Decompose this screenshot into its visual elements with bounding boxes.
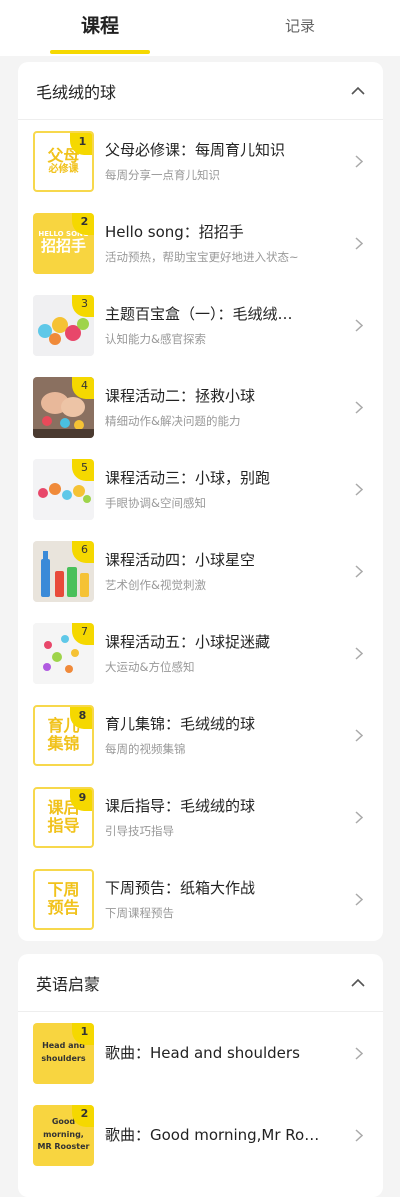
thumbnail: Head and shoulders 1 [33, 1022, 94, 1084]
item-subtitle: 手眼协调&空间感知 [105, 495, 206, 510]
thumbnail: Good morning, MR Rooster 2 [33, 1104, 94, 1166]
tab-courses-label: 课程 [80, 15, 119, 37]
section-header[interactable]: 英语启蒙 [18, 954, 383, 1012]
thumb-text: 指导 [47, 816, 80, 835]
list-item[interactable]: 4 课程活动二：拯救小球 精细动作&解决问题的能力 [18, 366, 383, 448]
item-subtitle: 引导技巧指导 [105, 823, 174, 838]
chevron-right-icon [353, 810, 365, 824]
thumbnail: 下周 预告 [33, 868, 94, 930]
item-title: 歌曲：Head and shoulders [105, 1044, 300, 1062]
list-item[interactable]: 父母 必修课 1 父母必修课：每周育儿知识 每周分享一点育儿知识 [18, 120, 383, 202]
chevron-right-icon [353, 1046, 365, 1060]
list-item[interactable]: 课后 指导 9 课后指导：毛绒绒的球 引导技巧指导 [18, 776, 383, 858]
thumb-text: MR Rooster [37, 1142, 90, 1152]
top-tab-bar: 课程 记录 [0, 0, 400, 56]
tab-courses[interactable]: 课程 [0, 0, 200, 56]
item-title: 主题百宝盒（一）：毛绒绒… [105, 304, 293, 323]
chevron-right-icon [353, 400, 365, 414]
list-item[interactable]: HELLO SONG 招招手 2 Hello song：招招手 活动预热，帮助宝… [18, 202, 383, 284]
item-subtitle: 精细动作&解决问题的能力 [105, 413, 241, 428]
section-title: 毛绒绒的球 [36, 82, 117, 102]
item-subtitle: 大运动&方位感知 [105, 659, 195, 674]
list-item[interactable]: 6 课程活动四：小球星空 艺术创作&视觉刺激 [18, 530, 383, 612]
list-item[interactable]: 7 课程活动五：小球捉迷藏 大运动&方位感知 [18, 612, 383, 694]
tab-records-label: 记录 [284, 17, 315, 35]
item-title: 育儿集锦：毛绒绒的球 [105, 714, 256, 733]
chevron-right-icon [353, 1128, 365, 1142]
chevron-right-icon [353, 318, 365, 332]
tab-records[interactable]: 记录 [200, 0, 400, 56]
list-item[interactable]: Good morning, MR Rooster 2 歌曲：Good morni… [18, 1094, 383, 1176]
thumbnail: 育儿 集锦 8 [33, 704, 94, 766]
section-english-enlightenment: 英语启蒙 Head and shoulders 1 歌曲：Head and sh… [18, 954, 383, 1197]
active-tab-indicator [50, 50, 150, 54]
list-item[interactable]: 3 主题百宝盒（一）：毛绒绒… 认知能力&感官探索 [18, 284, 383, 366]
list-item[interactable]: Head and shoulders 1 歌曲：Head and shoulde… [18, 1012, 383, 1094]
item-title: 父母必修课：每周育儿知识 [105, 140, 286, 159]
item-subtitle: 认知能力&感官探索 [105, 331, 206, 346]
list-item[interactable]: 5 课程活动三：小球，别跑 手眼协调&空间感知 [18, 448, 383, 530]
item-title: 课程活动二：拯救小球 [105, 386, 256, 405]
thumbnail: 7 [33, 622, 94, 684]
chevron-up-icon[interactable] [351, 976, 365, 990]
chevron-up-icon[interactable] [351, 84, 365, 98]
chevron-right-icon [353, 646, 365, 660]
item-title: 课程活动三：小球，别跑 [105, 468, 271, 487]
chevron-right-icon [353, 728, 365, 742]
item-subtitle: 艺术创作&视觉刺激 [105, 577, 206, 592]
thumb-text: shoulders [41, 1054, 86, 1063]
item-title: 下周预告：纸箱大作战 [105, 878, 256, 897]
item-title: 歌曲：Good morning,Mr Ro… [105, 1126, 320, 1144]
item-subtitle: 活动预热，帮助宝宝更好地进入状态~ [105, 249, 299, 264]
chevron-right-icon [353, 892, 365, 906]
list-item[interactable]: 下周 预告 下周预告：纸箱大作战 下周课程预告 [18, 858, 383, 940]
thumbnail: 3 [33, 294, 94, 356]
chevron-right-icon [353, 564, 365, 578]
chevron-right-icon [353, 482, 365, 496]
section-header[interactable]: 毛绒绒的球 [18, 62, 383, 120]
chevron-right-icon [353, 236, 365, 250]
thumbnail: 课后 指导 9 [33, 786, 94, 848]
thumb-text: 集锦 [47, 734, 80, 753]
thumbnail: 4 [33, 376, 94, 438]
item-subtitle: 每周的视频集锦 [105, 741, 186, 756]
chevron-right-icon [353, 154, 365, 168]
item-subtitle: 每周分享一点育儿知识 [105, 167, 220, 182]
thumb-text: 下周 [47, 880, 80, 900]
thumb-text: 招招手 [40, 237, 86, 256]
list-item[interactable]: 育儿 集锦 8 育儿集锦：毛绒绒的球 每周的视频集锦 [18, 694, 383, 776]
section-fluffy-balls: 毛绒绒的球 父母 必修课 1 父母必修课：每周育儿知识 每周分享一点育儿知识 H… [18, 62, 383, 941]
thumb-text: 必修课 [48, 164, 79, 176]
thumb-text: 预告 [47, 898, 80, 917]
thumbnail: 父母 必修课 1 [33, 130, 94, 192]
item-title: 课后指导：毛绒绒的球 [105, 796, 256, 815]
item-subtitle: 下周课程预告 [105, 905, 174, 920]
item-title: 课程活动四：小球星空 [105, 550, 256, 569]
thumbnail: HELLO SONG 招招手 2 [33, 212, 94, 274]
section-title: 英语启蒙 [36, 974, 101, 994]
item-title: 课程活动五：小球捉迷藏 [105, 632, 271, 651]
item-title: Hello song：招招手 [105, 222, 244, 241]
thumbnail: 6 [33, 540, 94, 602]
thumbnail: 5 [33, 458, 94, 520]
